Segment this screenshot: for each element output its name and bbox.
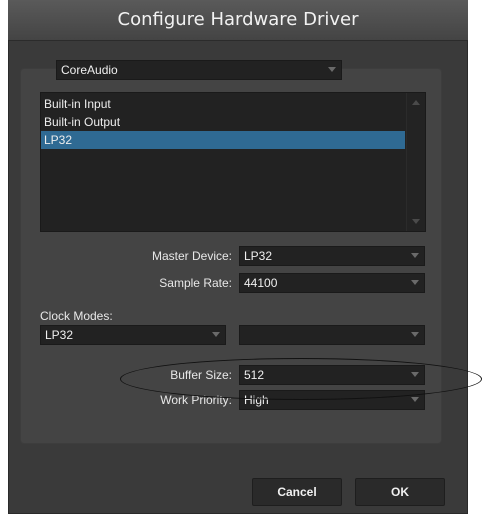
clock-mode-secondary-select[interactable]	[239, 325, 425, 345]
driver-select-value: CoreAudio	[61, 63, 118, 77]
clock-mode-select[interactable]: LP32	[40, 325, 226, 345]
device-list[interactable]: Built-in Input Built-in Output LP32	[40, 92, 426, 232]
master-device-label: Master Device:	[151, 249, 232, 263]
work-priority-select[interactable]: High	[239, 390, 425, 410]
scroll-down-icon[interactable]	[412, 219, 420, 224]
chevron-down-icon	[411, 253, 419, 258]
sample-rate-select[interactable]: 44100	[239, 273, 425, 293]
chevron-down-icon	[411, 397, 419, 402]
ok-button[interactable]: OK	[355, 478, 445, 506]
master-device-select[interactable]: LP32	[239, 246, 425, 266]
clock-modes-label: Clock Modes:	[40, 309, 113, 323]
chevron-down-icon	[411, 332, 419, 337]
work-priority-label: Work Priority:	[160, 393, 232, 407]
chevron-down-icon	[212, 332, 220, 337]
cancel-button[interactable]: Cancel	[252, 478, 342, 506]
title-bar: Configure Hardware Driver	[8, 0, 468, 41]
scroll-up-icon[interactable]	[412, 100, 420, 105]
chevron-down-icon	[411, 280, 419, 285]
buffer-size-label: Buffer Size:	[170, 368, 232, 382]
driver-select[interactable]: CoreAudio	[56, 60, 342, 80]
list-item[interactable]: Built-in Output	[41, 113, 405, 131]
chevron-down-icon	[328, 67, 336, 72]
sample-rate-label: Sample Rate:	[159, 276, 232, 290]
chevron-down-icon	[411, 372, 419, 377]
list-item[interactable]: Built-in Input	[41, 95, 405, 113]
list-scrollbar[interactable]	[406, 93, 425, 231]
dialog-title: Configure Hardware Driver	[117, 9, 359, 30]
buffer-size-select[interactable]: 512	[239, 365, 425, 385]
list-item-selected[interactable]: LP32	[41, 131, 405, 149]
